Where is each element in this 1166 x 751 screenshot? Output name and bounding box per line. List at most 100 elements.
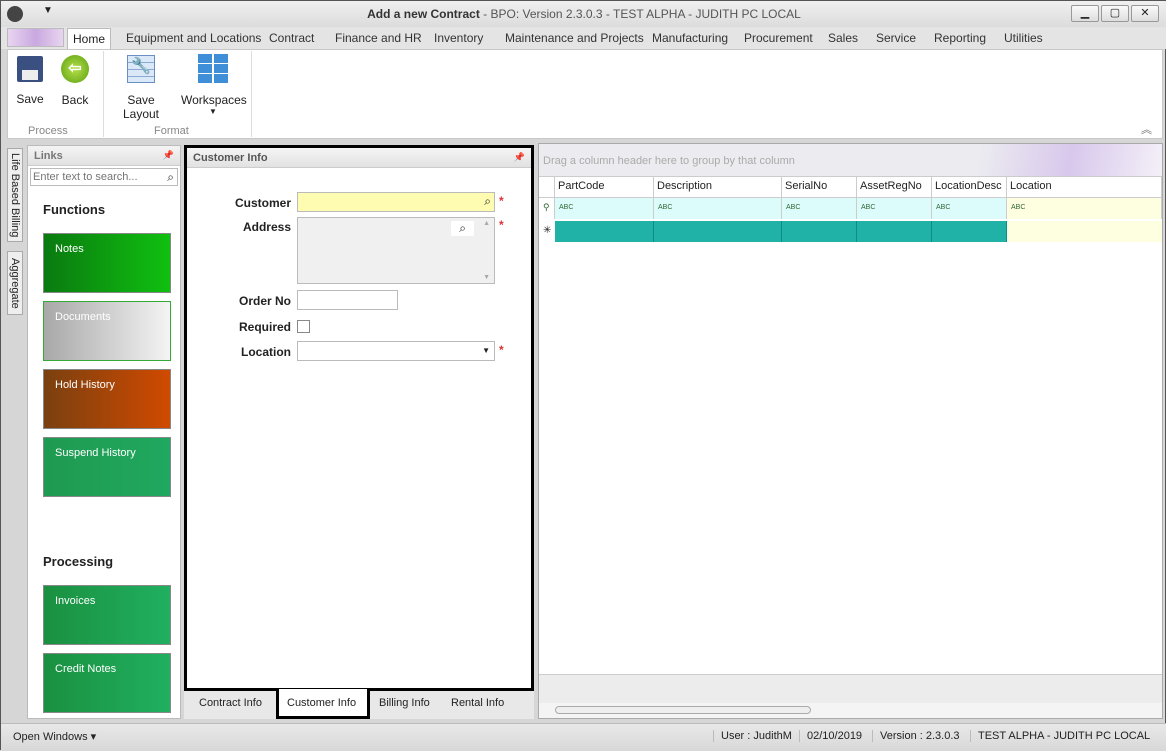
close-button[interactable]: ✕ — [1131, 5, 1159, 22]
row-indicator-header — [539, 177, 555, 198]
functions-heading: Functions — [43, 202, 106, 217]
tab-maintenance-and-projects[interactable]: Maintenance and Projects — [505, 31, 644, 45]
open-windows-button[interactable]: Open Windows ▾ — [6, 730, 103, 743]
tab-inventory[interactable]: Inventory — [434, 31, 483, 45]
hold-history-tile[interactable]: Hold History — [43, 369, 171, 429]
address-label: Address — [242, 220, 291, 234]
new-row-indicator-icon: ✳ — [543, 225, 552, 236]
new-row-cell[interactable] — [932, 221, 1007, 242]
new-row-cell[interactable] — [857, 221, 932, 242]
column-header-description[interactable]: Description — [654, 177, 782, 198]
links-panel: Links📌 ⌕ Functions Notes Documents Hold … — [27, 145, 181, 719]
back-arrow-icon: ⇦ — [61, 55, 89, 83]
tab-finance-and-hr[interactable]: Finance and HR — [335, 31, 422, 45]
processing-heading: Processing — [43, 554, 114, 569]
address-textarea[interactable]: ⌕ ▲ ▼ — [297, 217, 495, 284]
tab-customer-info[interactable]: Customer Info — [276, 689, 370, 719]
new-row-cell[interactable] — [555, 221, 654, 242]
status-version: Version : 2.3.0.3 — [872, 730, 967, 742]
column-header-assetregno[interactable]: AssetRegNo — [857, 177, 932, 198]
chevron-down-icon[interactable]: ▼ — [482, 346, 490, 355]
filter-cell[interactable]: ABC — [1007, 198, 1162, 219]
location-dropdown[interactable]: ▼ — [297, 341, 495, 361]
required-label: Required — [238, 320, 291, 334]
new-row-cell[interactable] — [1007, 221, 1162, 242]
tab-utilities[interactable]: Utilities — [1004, 31, 1043, 45]
workspaces-grid-icon — [198, 54, 228, 84]
search-icon[interactable]: ⌕ — [167, 170, 174, 185]
status-date: 02/10/2019 — [799, 730, 869, 742]
new-row-cell[interactable] — [782, 221, 857, 242]
required-marker: * — [499, 218, 504, 232]
side-tab-life-based-billing[interactable]: Life Based Billing — [7, 148, 23, 242]
column-header-location[interactable]: Location — [1007, 177, 1162, 198]
links-header: Links 📌 — [28, 146, 180, 166]
column-header-locationdesc[interactable]: LocationDesc — [932, 177, 1007, 198]
customer-info-header: Customer Info 📌 — [187, 148, 531, 168]
layout-wrench-icon: 🔧 — [127, 55, 155, 83]
invoices-tile[interactable]: Invoices — [43, 585, 171, 645]
equipment-grid: Drag a column header here to group by th… — [538, 143, 1163, 719]
application-menu-button[interactable] — [7, 28, 64, 47]
window-title: Add a new Contract - BPO: Version 2.3.0.… — [367, 7, 801, 21]
tab-contract-info[interactable]: Contract Info — [199, 697, 262, 709]
back-button[interactable]: ⇦ Back — [57, 53, 93, 107]
search-icon[interactable]: ⌕ — [451, 221, 474, 236]
scrollbar-thumb[interactable] — [555, 706, 811, 714]
filter-cell[interactable]: ABC — [654, 198, 782, 219]
status-bar: Open Windows ▾ User : JudithM 02/10/2019… — [1, 723, 1166, 751]
tab-home[interactable]: Home — [67, 28, 111, 50]
new-row-cell[interactable] — [654, 221, 782, 242]
filter-cell[interactable]: ABC — [555, 198, 654, 219]
tab-manufacturing[interactable]: Manufacturing — [652, 31, 728, 45]
customer-label: Customer — [234, 196, 291, 210]
floppy-disk-icon — [17, 56, 43, 82]
links-search-input[interactable]: ⌕ — [30, 168, 178, 186]
status-user: User : JudithM — [713, 730, 799, 742]
order-no-label: Order No — [238, 294, 291, 308]
filter-cell[interactable]: ABC — [932, 198, 1007, 219]
tab-procurement[interactable]: Procurement — [744, 31, 813, 45]
collapse-ribbon-icon[interactable]: ︽ — [1141, 121, 1152, 137]
customer-input[interactable]: ⌕ — [297, 192, 495, 212]
column-header-partcode[interactable]: PartCode — [555, 177, 654, 198]
tab-rental-info[interactable]: Rental Info — [451, 697, 504, 709]
tab-billing-info[interactable]: Billing Info — [379, 697, 430, 709]
save-layout-button[interactable]: 🔧 Save Layout — [109, 53, 173, 121]
horizontal-scrollbar[interactable] — [539, 703, 1162, 718]
notes-tile[interactable]: Notes — [43, 233, 171, 293]
filter-cell[interactable]: ABC — [782, 198, 857, 219]
documents-tile[interactable]: Documents — [43, 301, 171, 361]
links-search-field[interactable] — [31, 169, 156, 185]
tab-service[interactable]: Service — [876, 31, 916, 45]
tab-equipment-and-locations[interactable]: Equipment and Locations — [126, 31, 261, 45]
group-by-panel[interactable]: Drag a column header here to group by th… — [539, 144, 1162, 177]
scroll-up-icon[interactable]: ▲ — [483, 220, 490, 227]
required-marker: * — [499, 343, 504, 357]
tab-sales[interactable]: Sales — [828, 31, 858, 45]
filter-row-pin-icon: ⚲ — [539, 198, 555, 219]
tab-reporting[interactable]: Reporting — [934, 31, 986, 45]
pin-icon[interactable]: 📌 — [514, 152, 525, 163]
minimize-button[interactable]: ▁ — [1071, 5, 1099, 22]
credit-notes-tile[interactable]: Credit Notes — [43, 653, 171, 713]
workspaces-button[interactable]: Workspaces ▼ — [181, 53, 247, 116]
suspend-history-tile[interactable]: Suspend History — [43, 437, 171, 497]
filter-cell[interactable]: ABC — [857, 198, 932, 219]
order-no-input[interactable] — [297, 290, 398, 310]
required-checkbox[interactable] — [297, 320, 310, 333]
save-button[interactable]: Save — [13, 53, 47, 106]
grid-footer — [539, 674, 1162, 703]
search-icon[interactable]: ⌕ — [484, 194, 491, 209]
side-tab-aggregate[interactable]: Aggregate — [7, 251, 23, 315]
process-group-label: Process — [28, 125, 68, 137]
column-header-serialno[interactable]: SerialNo — [782, 177, 857, 198]
bottom-tabs: Contract Info Customer Info Billing Info… — [184, 689, 534, 719]
maximize-button[interactable]: ▢ — [1101, 5, 1129, 22]
format-group-label: Format — [154, 125, 189, 137]
pin-icon[interactable]: 📌 — [163, 150, 174, 161]
scroll-down-icon[interactable]: ▼ — [483, 274, 490, 281]
customer-info-panel: Customer Info 📌 Customer ⌕ * Address ⌕ ▲ ▼ … — [184, 145, 534, 691]
required-marker: * — [499, 194, 504, 208]
tab-contract[interactable]: Contract — [269, 31, 314, 45]
